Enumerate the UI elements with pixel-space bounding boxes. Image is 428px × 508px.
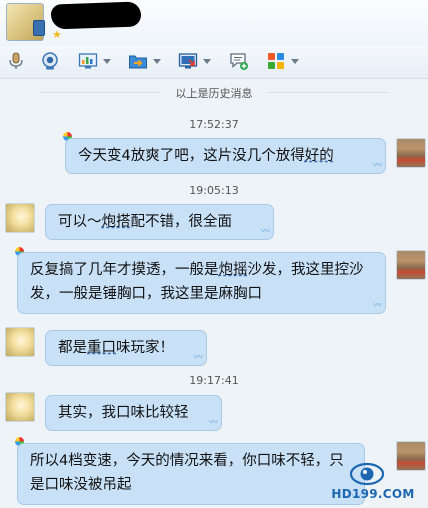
site-watermark-logo: HD199.COM	[322, 459, 424, 505]
apps-button[interactable]	[266, 50, 299, 72]
bubble-wave-icon: 〰	[208, 418, 218, 428]
video-call-button[interactable]	[40, 50, 60, 72]
chevron-down-icon[interactable]	[153, 58, 161, 64]
message-bubble-received[interactable]: 其实，我口味比较轻 〰	[45, 395, 222, 431]
message-bubble-sent[interactable]: 所以4档变速，今天的情况来看，你口味不轻，只是口味没被吊起 〰	[17, 443, 365, 505]
contact-avatar-small[interactable]	[5, 203, 35, 233]
contact-avatar-small[interactable]	[5, 327, 35, 357]
bubble-wave-icon: 〰	[193, 353, 203, 363]
vip-star-icon: ★	[52, 28, 62, 41]
self-avatar[interactable]	[396, 250, 426, 280]
message-bubble-received[interactable]: 可以～炮搭配不错，很全面 〰	[45, 204, 274, 240]
message-bubble-sent[interactable]: 今天变4放爽了吧，这片没几个放得好的 〰	[65, 138, 386, 174]
message-text-underlined: 炮搭	[101, 214, 131, 230]
history-divider-label: 以上是历史消息	[175, 87, 253, 100]
bubble-wave-icon: 〰	[372, 161, 382, 171]
message-text: 反复搞了几年才摸透，一般是	[30, 262, 219, 278]
screen-share-icon	[178, 53, 198, 69]
message-text: 味玩家！	[116, 340, 174, 356]
message-bubble-sent[interactable]: 反复搞了几年才摸透，一般是炮摇沙发，我这里控沙发，一般是锤胸口，我这里是麻胸口 …	[17, 252, 386, 314]
message-text: 可以～	[58, 214, 102, 230]
message-text: 所以4档变速，今天的情况来看，你口味不轻，只是口味没被吊起	[30, 453, 344, 493]
webcam-icon	[42, 52, 58, 70]
message-timestamp: 17:52:37	[189, 118, 239, 131]
self-avatar[interactable]	[396, 138, 426, 168]
send-file-button[interactable]	[128, 50, 161, 72]
message-timestamp: 19:05:13	[189, 184, 239, 197]
contact-avatar[interactable]	[6, 3, 45, 41]
chat-toolbar	[0, 46, 428, 79]
mobile-online-icon	[33, 20, 45, 36]
screen-share-button[interactable]	[178, 50, 211, 72]
new-message-button[interactable]	[229, 50, 249, 72]
chat-header: ★	[0, 0, 428, 46]
history-divider: 以上是历史消息	[0, 85, 428, 101]
voice-call-button[interactable]	[6, 50, 26, 72]
message-add-icon	[230, 53, 248, 70]
chevron-down-icon[interactable]	[291, 58, 299, 64]
contact-avatar-small[interactable]	[5, 392, 35, 422]
chevron-down-icon[interactable]	[203, 58, 211, 64]
message-timestamp: 19:17:41	[189, 374, 239, 387]
message-text: 配不错，很全面	[130, 214, 233, 230]
monitor-chart-icon	[78, 53, 98, 69]
message-text: 其实，我口味比较轻	[58, 405, 189, 421]
bubble-wave-icon: 〰	[372, 301, 382, 311]
message-bubble-received[interactable]: 都是重口味玩家！ 〰	[45, 330, 207, 366]
message-text-underlined: 炮摇	[218, 262, 248, 278]
microphone-icon	[9, 52, 23, 69]
remote-desktop-button[interactable]	[78, 50, 111, 72]
bubble-wave-icon: 〰	[260, 227, 270, 237]
folder-send-icon	[129, 55, 147, 69]
message-text-underlined: 好的	[304, 148, 334, 164]
app-grid-icon	[268, 53, 284, 69]
divider-line	[268, 92, 388, 93]
message-text: 都是	[58, 340, 87, 356]
redacted-contact-name	[50, 1, 142, 30]
message-text-underlined: 重口	[87, 340, 116, 356]
chevron-down-icon[interactable]	[103, 58, 111, 64]
watermark-text: HD199.COM	[331, 487, 415, 501]
eye-logo-icon	[350, 462, 384, 486]
message-text: 今天变4放爽了吧，这片没几个放得	[78, 148, 305, 164]
divider-line	[40, 92, 160, 93]
